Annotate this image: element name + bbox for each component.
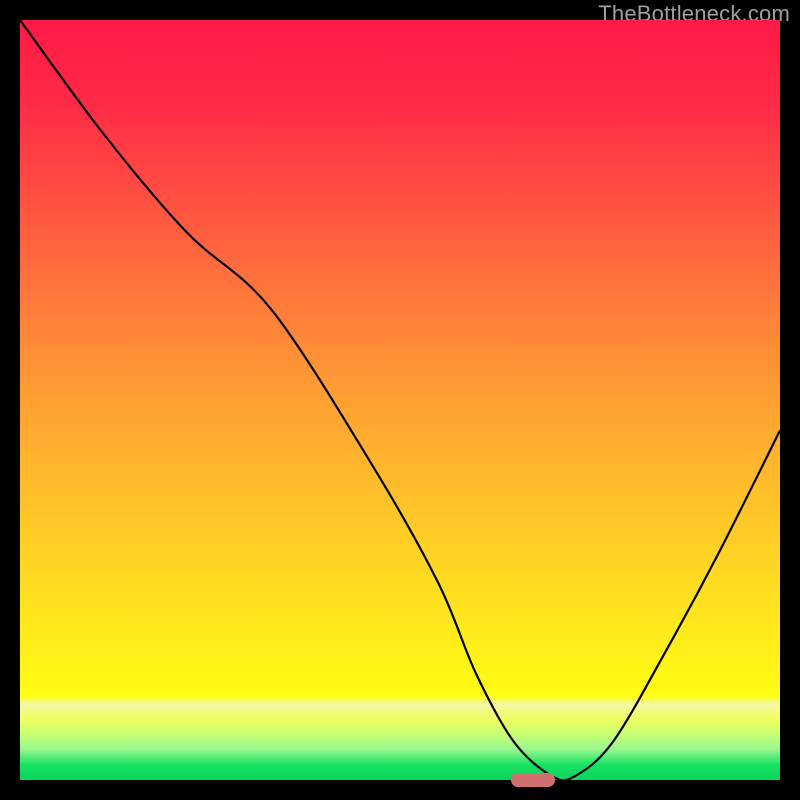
optimal-marker [511, 773, 555, 787]
bottleneck-curve [20, 20, 780, 780]
chart-frame [20, 20, 780, 780]
